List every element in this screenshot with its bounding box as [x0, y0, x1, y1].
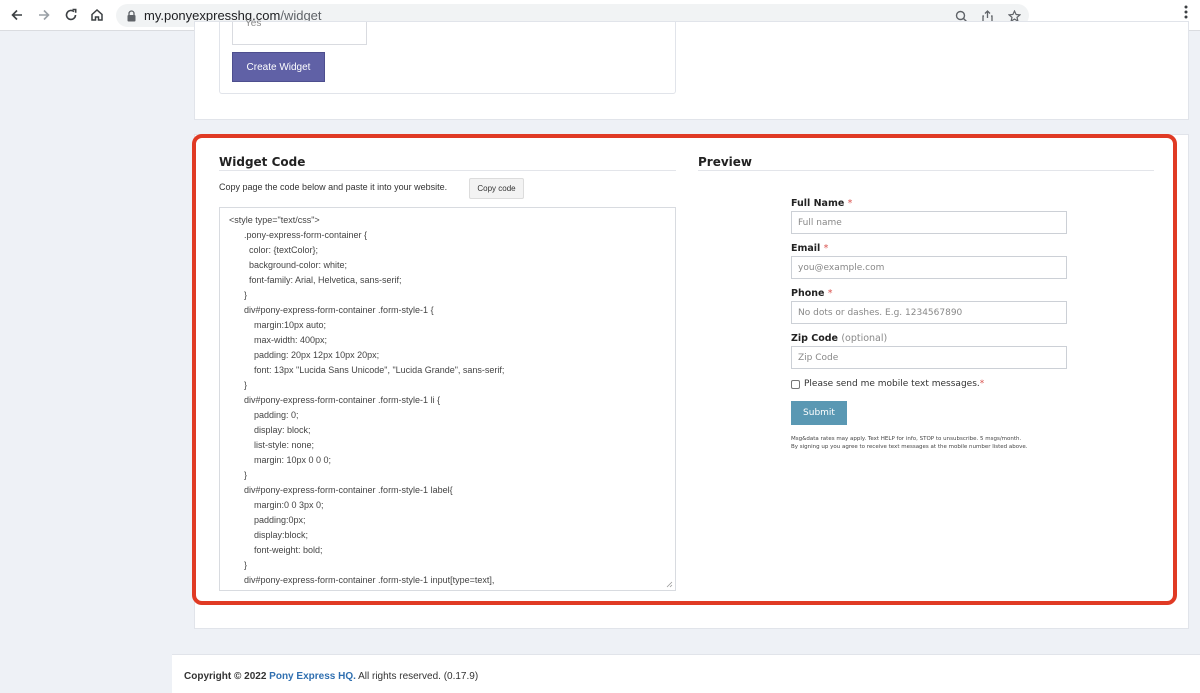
widget-code-card: Widget Code Copy page the code below and…	[194, 134, 1189, 629]
sidebar	[0, 31, 172, 693]
create-widget-button[interactable]: Create Widget	[232, 52, 325, 82]
zip-code-label-text: Zip Code	[791, 333, 838, 344]
phone-label: Phone *	[791, 288, 833, 299]
required-marker: *	[979, 379, 985, 389]
main-content: Yes Create Widget Widget Code Copy page …	[172, 18, 1200, 654]
sms-disclaimer: Msg&data rates may apply. Text HELP for …	[791, 435, 1081, 451]
preview-title: Preview	[698, 155, 753, 169]
sms-consent-label[interactable]: Please send me mobile text messages.	[804, 379, 980, 389]
home-icon[interactable]	[86, 4, 108, 26]
zip-code-label: Zip Code (optional)	[791, 333, 887, 344]
full-name-input[interactable]: Full name	[791, 211, 1067, 234]
email-label: Email *	[791, 243, 828, 254]
full-name-placeholder: Full name	[798, 218, 842, 228]
copy-code-button[interactable]: Copy code	[469, 178, 524, 199]
optional-marker: (optional)	[841, 333, 888, 344]
copyright-prefix: Copyright © 2022	[184, 671, 267, 682]
reload-icon[interactable]	[60, 4, 82, 26]
widget-settings-card: Yes Create Widget	[194, 18, 1189, 120]
widget-code-divider	[219, 170, 676, 171]
phone-placeholder: No dots or dashes. E.g. 1234567890	[798, 308, 963, 318]
resize-handle-icon[interactable]	[666, 581, 673, 588]
rights-text: All rights reserved. (0.17.9)	[358, 671, 479, 682]
preview-divider	[698, 170, 1154, 171]
company-link[interactable]: Pony Express HQ.	[269, 671, 356, 682]
required-marker: *	[827, 288, 833, 299]
lock-icon[interactable]	[127, 9, 136, 27]
required-marker: *	[823, 243, 829, 254]
footer: Copyright © 2022 Pony Express HQ. All ri…	[172, 654, 1200, 693]
forward-arrow-icon[interactable]	[33, 4, 55, 26]
email-label-text: Email	[791, 243, 821, 254]
widget-code-textarea[interactable]: <style type="text/css"> .pony-express-fo…	[219, 207, 676, 591]
email-input[interactable]: you@example.com	[791, 256, 1067, 279]
back-arrow-icon[interactable]	[6, 4, 28, 26]
full-name-label: Full Name *	[791, 198, 852, 209]
copy-instruction: Copy page the code below and paste it in…	[219, 182, 448, 192]
disclaimer-line-1: Msg&data rates may apply. Text HELP for …	[791, 436, 1022, 442]
submit-button[interactable]: Submit	[791, 401, 847, 425]
zip-code-placeholder: Zip Code	[798, 353, 839, 363]
full-name-label-text: Full Name	[791, 198, 845, 209]
zip-code-input[interactable]: Zip Code	[791, 346, 1067, 369]
sms-consent-row: Please send me mobile text messages. *	[791, 379, 984, 389]
email-placeholder: you@example.com	[798, 263, 885, 273]
phone-input[interactable]: No dots or dashes. E.g. 1234567890	[791, 301, 1067, 324]
widget-code-text: <style type="text/css"> .pony-express-fo…	[229, 215, 505, 585]
disclaimer-line-2: By signing up you agree to receive text …	[791, 444, 1028, 450]
settings-input-value: Yes	[245, 18, 262, 29]
sms-consent-checkbox[interactable]	[791, 379, 800, 389]
phone-label-text: Phone	[791, 288, 825, 299]
settings-input[interactable]: Yes	[232, 18, 367, 45]
footer-copyright: Copyright © 2022 Pony Express HQ. All ri…	[184, 671, 478, 682]
widget-settings-panel: Yes Create Widget	[219, 18, 676, 94]
required-marker: *	[847, 198, 853, 209]
widget-code-title: Widget Code	[219, 155, 306, 169]
